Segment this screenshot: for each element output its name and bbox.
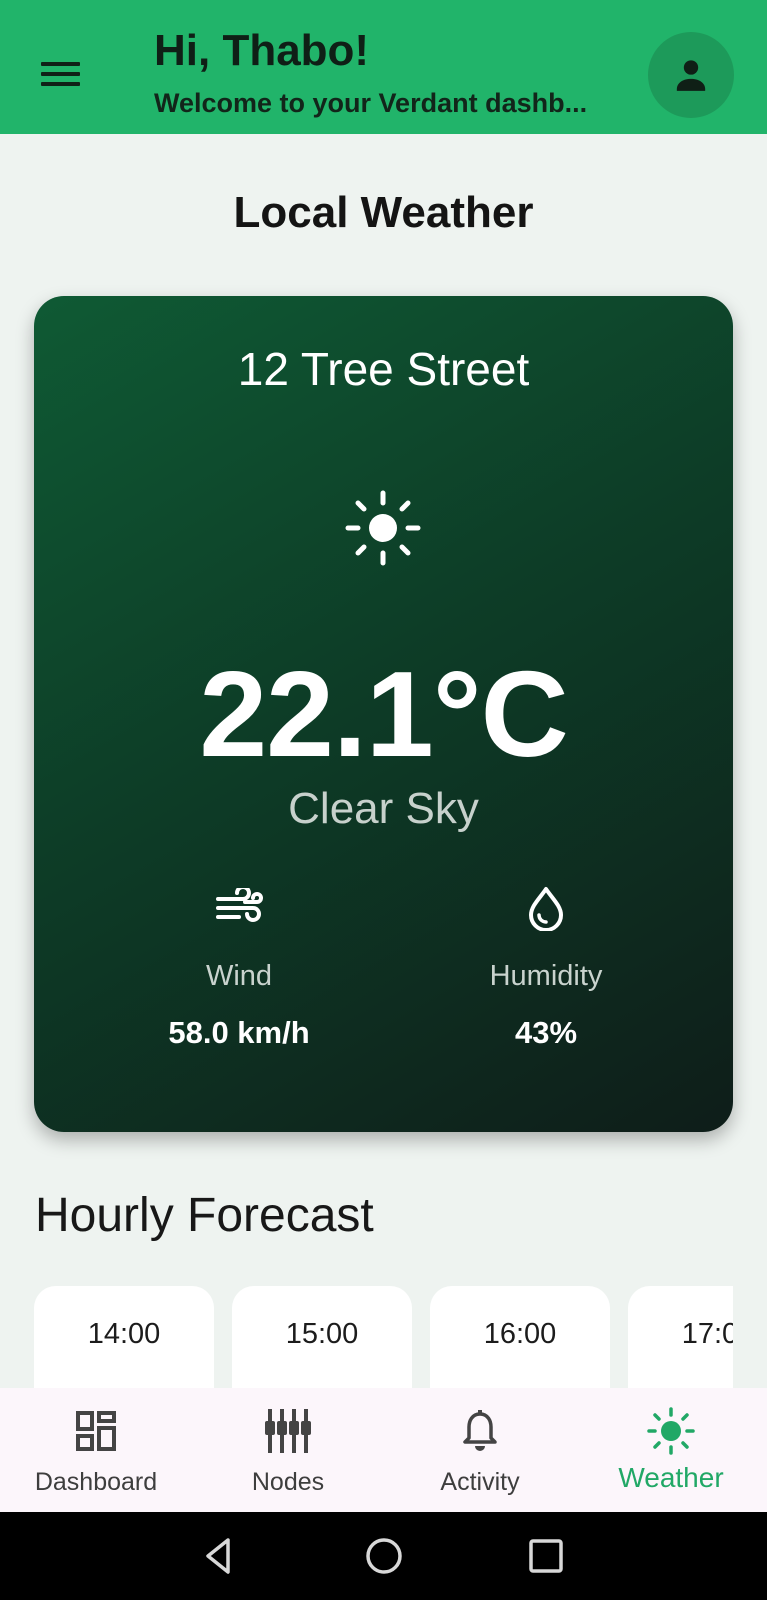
weather-screen: Hi, Thabo! Welcome to your Verdant dashb… [0,0,767,1600]
sun-icon [345,490,421,566]
person-icon [676,60,706,91]
hourly-forecast-list[interactable]: 14:00 15:00 16:00 17:00 [34,1286,733,1390]
nav-item-activity[interactable]: Activity [384,1388,576,1512]
sun-icon [647,1407,695,1455]
profile-avatar-button[interactable] [648,32,734,118]
water-drop-icon [529,887,563,931]
hourly-card[interactable]: 17:00 [628,1286,733,1390]
hourly-forecast-title: Hourly Forecast [35,1189,374,1242]
humidity-stat: Humidity 43% [426,882,666,1051]
wind-icon [216,888,263,922]
nav-item-weather[interactable]: Weather [575,1388,767,1512]
hourly-card[interactable]: 15:00 [232,1286,412,1390]
menu-button[interactable] [30,50,90,98]
dashboard-grid-icon [76,1411,116,1451]
hour-time: 14:00 [87,1318,161,1350]
hourly-card[interactable]: 16:00 [430,1286,610,1390]
location-label: 12 Tree Street [237,343,530,395]
back-icon[interactable] [198,1534,242,1578]
nav-item-nodes[interactable]: Nodes [192,1388,384,1512]
sliders-icon [265,1409,311,1453]
temperature-value: 22.1°C [199,646,568,782]
greeting-title: Hi, Thabo! [154,26,370,75]
page-title: Local Weather [233,188,534,237]
hour-time: 15:00 [285,1318,359,1350]
nav-label-dashboard: Dashboard [34,1468,158,1496]
nav-label-activity: Activity [440,1468,520,1496]
condition-label: Clear Sky [288,784,479,833]
bottom-navigation: Dashboard Nodes Activity Weather [0,1388,767,1512]
app-header: Hi, Thabo! Welcome to your Verdant dashb… [0,0,767,134]
hourly-card[interactable]: 14:00 [34,1286,214,1390]
humidity-label: Humidity [489,960,603,992]
wind-stat: Wind 58.0 km/h [119,882,359,1051]
hamburger-line [40,72,80,76]
nav-label-weather: Weather [618,1462,724,1493]
nav-label-nodes: Nodes [251,1468,325,1496]
current-weather-card: 12 Tree Street 22.1°C Clear Sky Wind 58.… [34,296,733,1132]
home-icon[interactable] [362,1534,406,1578]
hamburger-menu-icon [40,62,80,66]
recents-icon[interactable] [524,1534,568,1578]
system-navigation-bar [0,1512,767,1600]
nav-item-dashboard[interactable]: Dashboard [0,1388,192,1512]
hour-time: 16:00 [483,1318,557,1350]
welcome-subtitle: Welcome to your Verdant dashb... [154,88,588,118]
hamburger-line [40,82,80,86]
wind-value: 58.0 km/h [168,1015,310,1050]
hour-time: 17:00 [681,1318,733,1350]
wind-label: Wind [205,960,273,992]
humidity-value: 43% [514,1015,578,1050]
bell-icon [463,1410,497,1451]
